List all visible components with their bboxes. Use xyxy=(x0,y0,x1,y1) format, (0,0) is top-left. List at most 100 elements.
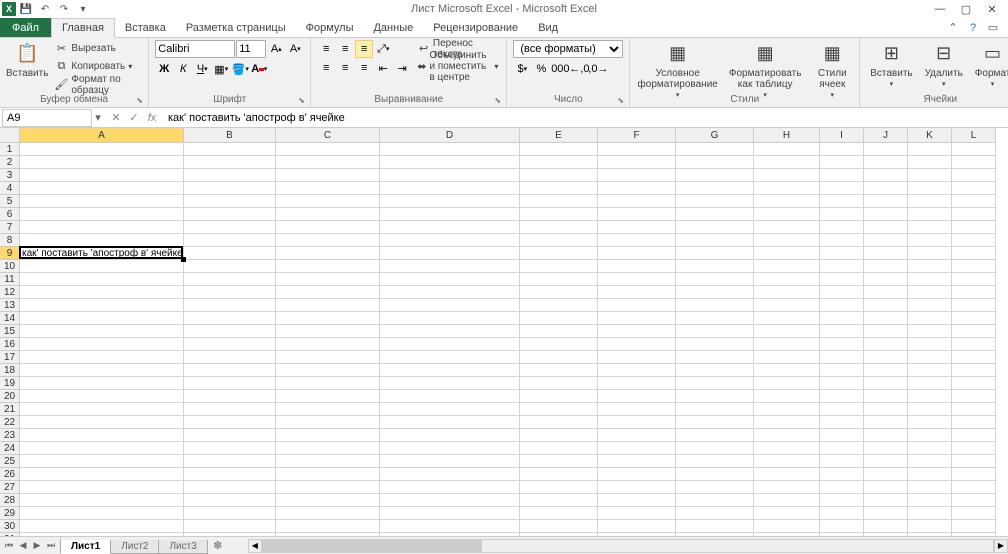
cell[interactable] xyxy=(184,312,276,325)
maximize-button[interactable]: ▢ xyxy=(954,1,978,17)
row-header[interactable]: 4 xyxy=(0,182,20,195)
font-color-button[interactable]: A▾ xyxy=(250,60,268,78)
cell[interactable] xyxy=(276,468,380,481)
cell[interactable] xyxy=(952,169,996,182)
cell[interactable] xyxy=(754,221,820,234)
cell[interactable] xyxy=(598,468,676,481)
row-header[interactable]: 25 xyxy=(0,455,20,468)
hscroll-track[interactable] xyxy=(262,539,994,553)
bold-button[interactable]: Ж xyxy=(155,60,173,78)
cell[interactable] xyxy=(380,520,520,533)
grow-font-button[interactable]: A▴ xyxy=(267,40,285,58)
cell[interactable] xyxy=(276,143,380,156)
cell[interactable] xyxy=(908,338,952,351)
comma-button[interactable]: 000 xyxy=(551,60,569,78)
hscroll-thumb[interactable] xyxy=(263,540,482,552)
cell[interactable] xyxy=(820,390,864,403)
cell[interactable] xyxy=(820,494,864,507)
cell[interactable] xyxy=(754,442,820,455)
cell[interactable] xyxy=(820,247,864,260)
cell[interactable] xyxy=(676,481,754,494)
cell[interactable] xyxy=(276,195,380,208)
cell[interactable] xyxy=(184,286,276,299)
cell[interactable] xyxy=(754,247,820,260)
cell[interactable] xyxy=(820,429,864,442)
cell[interactable] xyxy=(952,208,996,221)
cell[interactable] xyxy=(380,169,520,182)
merge-center-button[interactable]: ⬌Объединить и поместить в центре▾ xyxy=(415,58,500,75)
cell[interactable] xyxy=(598,429,676,442)
italic-button[interactable]: К xyxy=(174,60,192,78)
cell[interactable] xyxy=(598,325,676,338)
cell[interactable] xyxy=(20,481,184,494)
cell[interactable] xyxy=(676,468,754,481)
cell[interactable] xyxy=(598,299,676,312)
cell[interactable] xyxy=(908,143,952,156)
cell[interactable] xyxy=(520,494,598,507)
cell[interactable] xyxy=(520,403,598,416)
column-header[interactable]: A xyxy=(20,128,184,143)
column-header[interactable]: F xyxy=(598,128,676,143)
cell[interactable] xyxy=(598,403,676,416)
cell[interactable] xyxy=(864,182,908,195)
cell[interactable] xyxy=(676,195,754,208)
cell[interactable] xyxy=(276,520,380,533)
cell[interactable] xyxy=(820,299,864,312)
cell[interactable] xyxy=(598,221,676,234)
cell[interactable] xyxy=(820,169,864,182)
decrease-decimal-button[interactable]: ,0→ xyxy=(589,60,607,78)
cell[interactable] xyxy=(908,481,952,494)
cell[interactable] xyxy=(820,507,864,520)
cell[interactable] xyxy=(864,351,908,364)
sheet-tab[interactable]: Лист1 xyxy=(60,540,111,554)
cell[interactable] xyxy=(754,208,820,221)
cell[interactable] xyxy=(864,260,908,273)
cell[interactable] xyxy=(184,182,276,195)
row-header[interactable]: 16 xyxy=(0,338,20,351)
cell[interactable] xyxy=(864,299,908,312)
cell[interactable] xyxy=(952,507,996,520)
cell[interactable] xyxy=(184,390,276,403)
cell[interactable] xyxy=(380,377,520,390)
cell[interactable] xyxy=(380,338,520,351)
cell[interactable] xyxy=(520,468,598,481)
cell[interactable] xyxy=(952,377,996,390)
cell[interactable] xyxy=(20,338,184,351)
cell[interactable] xyxy=(276,299,380,312)
help-icon[interactable]: ? xyxy=(966,21,980,35)
cell[interactable] xyxy=(20,286,184,299)
row-header[interactable]: 1 xyxy=(0,143,20,156)
cell[interactable] xyxy=(676,208,754,221)
cell[interactable] xyxy=(864,156,908,169)
cell[interactable] xyxy=(276,481,380,494)
cell[interactable] xyxy=(276,351,380,364)
cell[interactable] xyxy=(952,143,996,156)
row-header[interactable]: 22 xyxy=(0,416,20,429)
ribbon-tab[interactable]: Формулы xyxy=(296,18,364,37)
cell[interactable] xyxy=(754,234,820,247)
cell[interactable] xyxy=(380,364,520,377)
align-left-button[interactable]: ≡ xyxy=(317,59,335,77)
column-header[interactable]: C xyxy=(276,128,380,143)
cell[interactable] xyxy=(908,351,952,364)
cell[interactable] xyxy=(598,234,676,247)
cell[interactable] xyxy=(276,273,380,286)
cell[interactable] xyxy=(952,247,996,260)
cell[interactable] xyxy=(676,416,754,429)
cell[interactable] xyxy=(20,182,184,195)
cell[interactable] xyxy=(598,182,676,195)
cell[interactable] xyxy=(520,351,598,364)
cell[interactable] xyxy=(184,507,276,520)
cell[interactable] xyxy=(676,494,754,507)
column-header[interactable]: D xyxy=(380,128,520,143)
cell[interactable] xyxy=(184,325,276,338)
cell[interactable] xyxy=(184,442,276,455)
align-top-button[interactable]: ≡ xyxy=(317,40,335,58)
cell[interactable] xyxy=(520,338,598,351)
row-header[interactable]: 9 xyxy=(0,247,20,260)
cell[interactable] xyxy=(864,390,908,403)
cell[interactable] xyxy=(908,156,952,169)
cell[interactable] xyxy=(676,429,754,442)
enter-formula-button[interactable]: ✓ xyxy=(126,110,142,126)
cell[interactable] xyxy=(864,234,908,247)
